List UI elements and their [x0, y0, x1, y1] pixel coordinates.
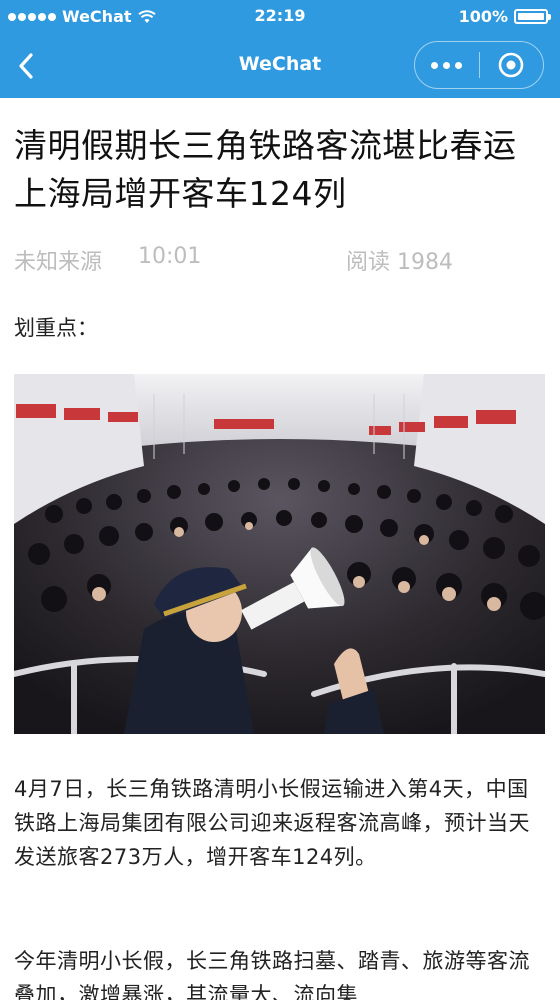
article-photo[interactable]: [14, 374, 545, 734]
read-count: 阅读 1984: [346, 250, 453, 275]
battery-fill: [518, 13, 544, 20]
article-paragraph: 4月7日，长三角铁路清明小长假运输进入第4天，中国铁路上海局集团有限公司迎来返程…: [14, 777, 530, 869]
article-paragraph: 今年清明小长假，长三角铁路扫墓、踏青、旅游等客流叠加，激增暴涨，其流量大、流向集: [14, 949, 530, 1000]
more-dot: [431, 61, 439, 69]
highlights-label: 划重点：: [14, 316, 98, 340]
close-button[interactable]: [480, 42, 544, 88]
article-title: 清明假期长三角铁路客流堪比春运 上海局增开客车124列: [14, 126, 517, 213]
target-close-icon: [498, 52, 524, 78]
more-button[interactable]: [415, 42, 479, 88]
more-dot: [443, 61, 451, 69]
more-dot: [455, 61, 463, 69]
battery-icon: [514, 9, 551, 24]
station-crowd-image: [14, 374, 545, 734]
article-source[interactable]: 未知来源: [14, 244, 102, 276]
menu-capsule: [414, 41, 544, 89]
article-meta: 未知来源 10:01 阅读 1984: [14, 244, 546, 276]
battery-percent: 100%: [458, 7, 508, 26]
article-time: 10:01: [138, 244, 202, 269]
nav-bar: WeChat: [0, 34, 560, 98]
status-bar: WeChat 22:19 100%: [0, 0, 560, 34]
battery-area: 100%: [458, 7, 551, 26]
